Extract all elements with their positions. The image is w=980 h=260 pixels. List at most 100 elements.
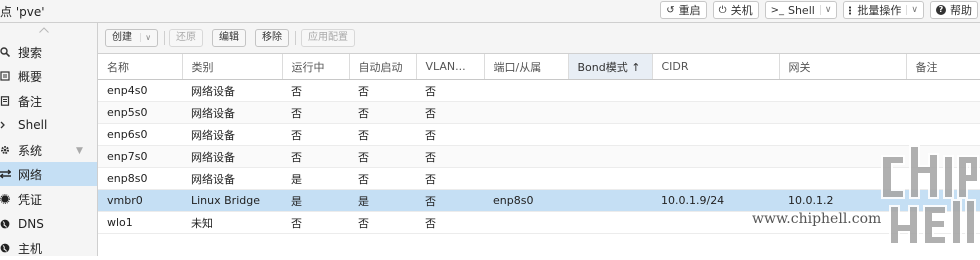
toolbar-divider xyxy=(295,31,296,45)
sidebar-item-summary[interactable]: 概要 xyxy=(0,64,97,88)
sidebar-item-label: DNS xyxy=(18,217,44,231)
create-button[interactable]: 创建 ∨ xyxy=(105,29,159,47)
table-cell xyxy=(484,79,568,102)
create-label: 创建 xyxy=(112,32,132,43)
sidebar-item-network[interactable]: 网络 xyxy=(0,162,97,186)
column-header[interactable]: 备注 xyxy=(906,54,980,80)
sidebar-item-shell[interactable]: Shell xyxy=(0,113,97,137)
bulk-actions-label: 批量操作 xyxy=(857,4,902,17)
network-icon xyxy=(0,169,12,179)
toolbar-divider xyxy=(164,31,165,45)
table-cell: 否 xyxy=(282,101,349,124)
table-cell: 是 xyxy=(349,189,416,212)
sidebar-item-dns[interactable]: DNS xyxy=(0,212,97,236)
table-cell: 10.0.1.9/24 xyxy=(652,189,779,212)
column-header[interactable]: VLAN... xyxy=(416,54,485,80)
search-icon xyxy=(0,47,12,57)
table-cell xyxy=(484,123,568,146)
sidebar-item-label: 搜索 xyxy=(18,45,43,60)
sidebar-item-label: 概要 xyxy=(18,69,43,84)
reboot-icon: ↺ xyxy=(666,4,675,16)
table-cell: 否 xyxy=(349,211,416,234)
column-header[interactable]: CIDR xyxy=(652,54,780,80)
sidebar-item-search[interactable]: 搜索 xyxy=(0,40,97,64)
table-cell: 否 xyxy=(282,211,349,234)
table-cell xyxy=(779,79,906,102)
column-header[interactable]: 网关 xyxy=(779,54,907,80)
table-cell xyxy=(568,211,652,234)
column-header[interactable]: 类别 xyxy=(182,54,283,80)
table-cell: 否 xyxy=(416,167,484,190)
column-header[interactable]: 运行中 xyxy=(282,54,350,80)
table-cell: 否 xyxy=(416,145,484,168)
node-sidebar: 搜索 概要 备注 Shell 系统 ▼ 网络 凭证 DNS 主机 xyxy=(0,23,98,256)
table-cell: 是 xyxy=(282,189,349,212)
chevron-down-icon[interactable]: ∨ xyxy=(906,5,918,15)
table-cell: 否 xyxy=(282,79,349,102)
table-cell: 否 xyxy=(282,123,349,146)
table-row[interactable]: vmbr0 Linux Bridge 是是否 enp8s0 10.0.1.9/24 10.… xyxy=(98,189,980,212)
sidebar-item-system[interactable]: 系统 ▼ xyxy=(0,138,97,162)
reboot-button[interactable]: ↺ 重启 xyxy=(660,1,707,19)
table-row[interactable]: enp4s0 网络设备否否否 xyxy=(98,79,980,102)
table-cell xyxy=(568,167,652,190)
table-cell xyxy=(568,101,652,124)
table-cell xyxy=(568,79,652,102)
shell-button[interactable]: >_ Shell ∨ xyxy=(764,1,838,19)
revert-button[interactable]: 还原 xyxy=(169,29,203,47)
watermark-url: www.chiphell.com xyxy=(752,211,882,227)
table-cell: 否 xyxy=(416,101,484,124)
sidebar-item-label: 主机 xyxy=(18,241,43,256)
network-interfaces-table: 名称 类别 运行中 自动启动 VLAN... 端口/从属 Bond模式 ↑ CIDR 网关 备注 … xyxy=(98,54,980,234)
table-row[interactable]: enp5s0 网络设备否否否 xyxy=(98,101,980,124)
bulk-actions-button[interactable]: 批量操作 ∨ xyxy=(843,1,924,19)
table-cell: 网络设备 xyxy=(182,145,282,168)
certificate-icon xyxy=(0,194,12,204)
sidebar-item-certificates[interactable]: 凭证 xyxy=(0,187,97,211)
help-icon: ? xyxy=(936,5,946,15)
table-cell: 网络设备 xyxy=(182,167,282,190)
chevron-down-icon[interactable]: ∨ xyxy=(819,5,831,15)
table-cell xyxy=(652,79,779,102)
table-cell: 否 xyxy=(349,145,416,168)
help-label: 帮助 xyxy=(950,4,972,17)
table-cell: 否 xyxy=(282,145,349,168)
sidebar-item-label: Shell xyxy=(18,118,48,132)
column-header[interactable]: 名称 xyxy=(98,54,183,80)
table-cell xyxy=(652,167,779,190)
table-header: 名称 类别 运行中 自动启动 VLAN... 端口/从属 Bond模式 ↑ CIDR 网关 备注 xyxy=(98,54,980,80)
remove-button[interactable]: 移除 xyxy=(255,29,289,47)
node-title: 点 'pve' xyxy=(0,5,45,19)
table-row[interactable]: enp6s0 网络设备否否否 xyxy=(98,123,980,146)
table-row[interactable]: enp8s0 网络设备是否否 xyxy=(98,167,980,190)
table-cell: wlo1 xyxy=(98,211,182,234)
table-cell: 否 xyxy=(349,123,416,146)
terminal-icon: >_ xyxy=(770,4,784,16)
chevron-up-icon[interactable] xyxy=(39,27,49,33)
table-cell xyxy=(906,79,980,102)
sidebar-item-hosts[interactable]: 主机 xyxy=(0,236,97,260)
shutdown-button[interactable]: ⏻ 关机 xyxy=(712,1,759,19)
chevron-down-icon[interactable]: ∨ xyxy=(140,33,152,42)
node-actions: ↺ 重启 ⏻ 关机 >_ Shell ∨ 批量操作 ∨ ? 帮助 xyxy=(660,1,978,21)
notes-icon xyxy=(0,96,12,106)
table-cell: enp6s0 xyxy=(98,123,182,146)
reboot-label: 重启 xyxy=(678,4,701,17)
column-header[interactable]: Bond模式 ↑ xyxy=(568,54,653,80)
chevron-down-icon[interactable]: ▼ xyxy=(76,146,83,156)
table-cell: 否 xyxy=(349,79,416,102)
table-cell xyxy=(484,145,568,168)
table-cell: 未知 xyxy=(182,211,282,234)
table-cell xyxy=(568,145,652,168)
help-button[interactable]: ? 帮助 xyxy=(930,1,978,19)
sidebar-item-notes[interactable]: 备注 xyxy=(0,89,97,113)
edit-button[interactable]: 编辑 xyxy=(212,29,246,47)
table-cell: 网络设备 xyxy=(182,101,282,124)
table-row[interactable]: enp7s0 网络设备否否否 xyxy=(98,145,980,168)
column-header[interactable]: 端口/从属 xyxy=(484,54,569,80)
apply-config-button[interactable]: 应用配置 xyxy=(301,29,355,47)
more-icon xyxy=(849,5,852,15)
table-cell: enp8s0 xyxy=(98,167,182,190)
column-header[interactable]: 自动启动 xyxy=(349,54,417,80)
sidebar-item-label: 备注 xyxy=(18,94,43,109)
